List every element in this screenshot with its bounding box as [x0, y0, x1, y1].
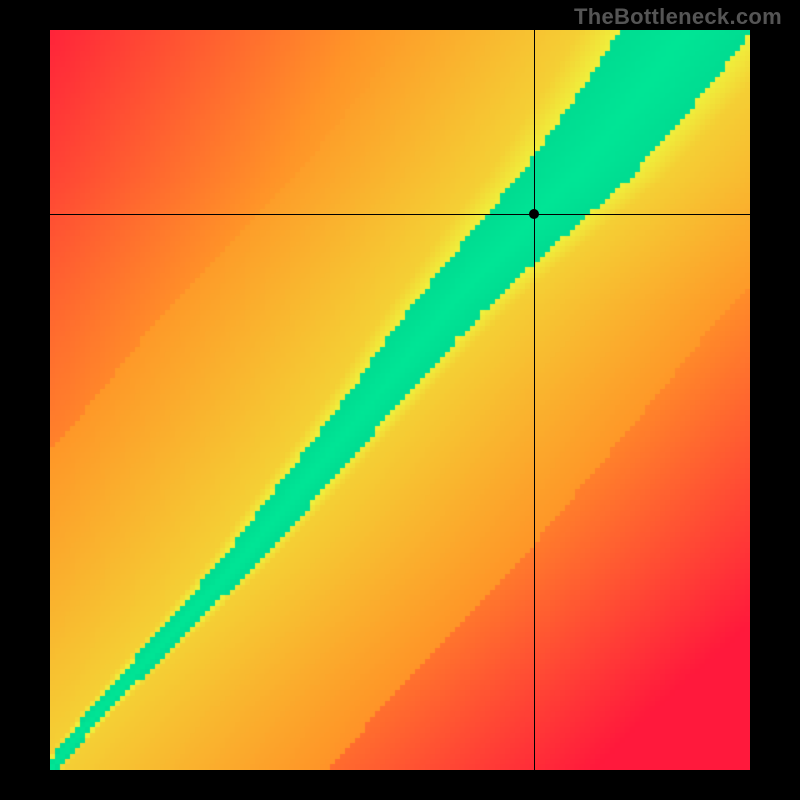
crosshair-horizontal — [50, 214, 750, 215]
watermark-label: TheBottleneck.com — [574, 4, 782, 30]
bottleneck-heatmap — [50, 30, 750, 770]
marker-dot — [529, 209, 539, 219]
crosshair-vertical — [534, 30, 535, 770]
chart-frame: TheBottleneck.com — [0, 0, 800, 800]
